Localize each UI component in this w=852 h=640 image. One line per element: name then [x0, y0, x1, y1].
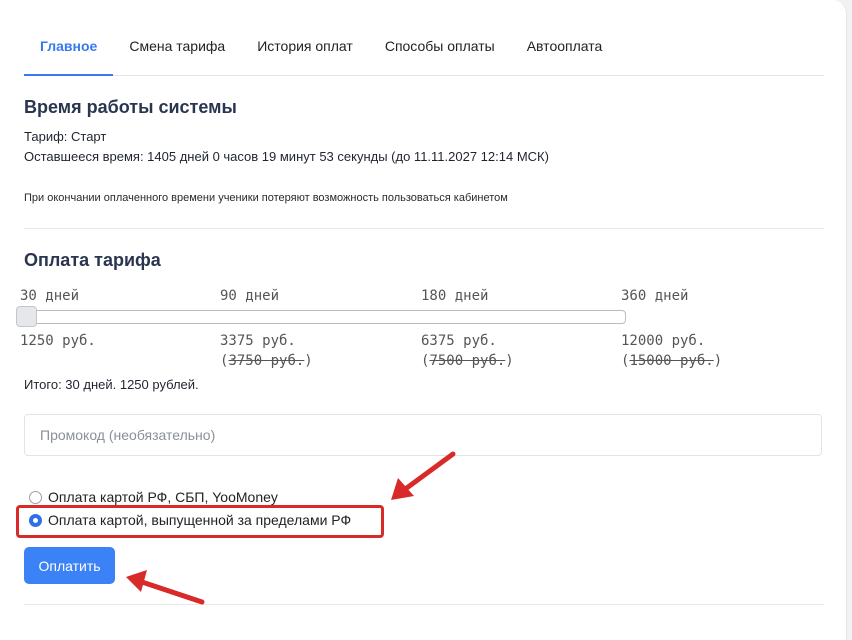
tab-payment-methods[interactable]: Способы оплаты	[369, 18, 511, 75]
remaining-time: Оставшееся время: 1405 дней 0 часов 19 м…	[24, 149, 549, 164]
period-label-90: 90 дней	[220, 288, 280, 304]
period-label-180: 180 дней	[421, 288, 489, 304]
total-summary: Итого: 30 дней. 1250 рублей.	[24, 377, 199, 392]
arrow-to-pay-icon	[126, 570, 205, 605]
payment-method-rf[interactable]: Оплата картой РФ, СБП, YooMoney	[29, 489, 278, 505]
price-360: 12000 руб.	[621, 333, 706, 349]
period-slider-track[interactable]	[20, 310, 626, 324]
old-price-90: (3750 руб.)	[220, 353, 313, 369]
pay-button[interactable]: Оплатить	[24, 547, 115, 584]
tab-change-tariff[interactable]: Смена тарифа	[113, 18, 241, 75]
old-price-360-value: 15000 руб.	[629, 353, 714, 369]
period-slider-thumb[interactable]	[16, 306, 37, 327]
payment-method-rf-label: Оплата картой РФ, СБП, YooMoney	[48, 489, 278, 505]
promo-code-input[interactable]	[24, 414, 822, 456]
old-price-360: (15000 руб.)	[621, 353, 723, 369]
tab-bar: Главное Смена тарифа История оплат Спосо…	[24, 18, 824, 76]
expiry-note: При окончании оплаченного времени ученик…	[24, 192, 508, 204]
old-price-90-value: 3750 руб.	[228, 353, 305, 369]
system-time-heading: Время работы системы	[24, 97, 237, 117]
main-card: Главное Смена тарифа История оплат Спосо…	[0, 0, 847, 640]
price-180: 6375 руб.	[421, 333, 497, 349]
old-price-180: (7500 руб.)	[421, 353, 514, 369]
period-label-30: 30 дней	[20, 288, 80, 304]
arrow-to-radio-icon	[391, 451, 456, 500]
price-90: 3375 руб.	[220, 333, 296, 349]
payment-heading: Оплата тарифа	[24, 250, 161, 270]
annotation-highlight-box	[16, 505, 384, 538]
radio-rf[interactable]	[29, 490, 42, 504]
tab-main[interactable]: Главное	[24, 18, 114, 76]
tariff-label: Тариф: Старт	[24, 129, 107, 144]
price-30: 1250 руб.	[20, 333, 96, 349]
period-label-360: 360 дней	[621, 288, 689, 304]
tab-payment-history[interactable]: История оплат	[241, 18, 369, 75]
tab-autopay[interactable]: Автооплата	[511, 18, 619, 75]
divider	[24, 228, 824, 229]
bottom-divider	[24, 604, 824, 605]
old-price-180-value: 7500 руб.	[429, 353, 506, 369]
